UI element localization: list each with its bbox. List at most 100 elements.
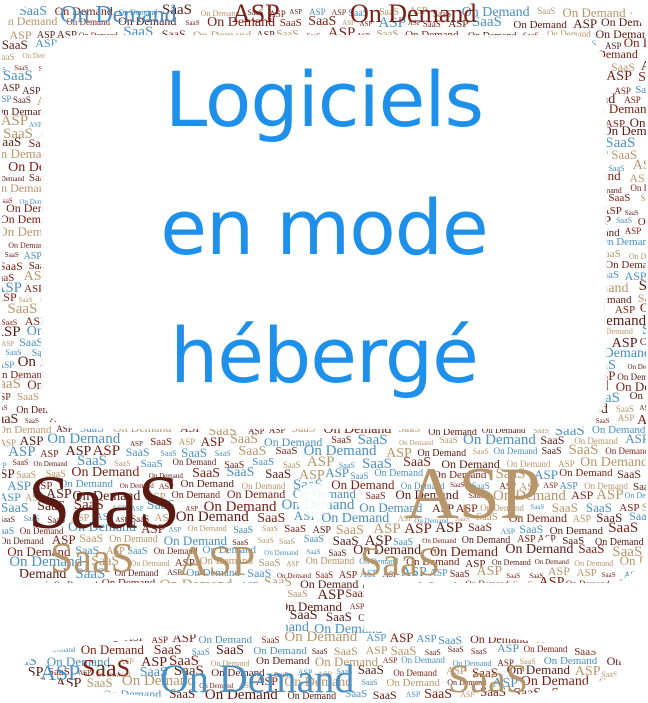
cloud-word: On Demand xyxy=(131,559,170,568)
cloud-word: SaaS xyxy=(448,656,528,701)
cloud-word: ASP xyxy=(439,613,456,623)
cloud-word: On Demand xyxy=(593,589,647,601)
cloud-word: SaaS xyxy=(5,251,19,259)
cloud-word: ASP xyxy=(573,514,592,525)
cloud-word: ASP xyxy=(269,425,286,435)
cloud-word: On Demand xyxy=(212,615,247,623)
cloud-word: ASP xyxy=(350,602,365,611)
cloud-word: SaaS xyxy=(632,687,648,699)
cloud-word: SaaS xyxy=(72,619,102,635)
headline-line-3: hébergé xyxy=(170,311,479,400)
cloud-word: SaaS xyxy=(13,95,31,105)
cloud-word: On Demand xyxy=(82,615,121,624)
cloud-word: On Demand xyxy=(176,509,249,525)
cloud-word: SaaS xyxy=(471,647,487,656)
cloud-word: SaaS xyxy=(362,678,378,687)
cloud-word: On Demand xyxy=(363,583,398,591)
cloud-word: ASP xyxy=(644,623,648,634)
cloud-word: ASP xyxy=(608,688,630,702)
cloud-word: On Demand xyxy=(452,618,525,634)
cloud-word: On Demand xyxy=(306,556,355,567)
cloud-word: ASP xyxy=(625,431,648,446)
cloud-word: On Demand xyxy=(566,579,610,589)
cloud-word: SaaS xyxy=(215,449,231,458)
cloud-word: On Demand xyxy=(220,591,259,600)
cloud-word: On Demand xyxy=(567,600,625,614)
cloud-word: ASP xyxy=(412,607,436,622)
cloud-word: ASP xyxy=(403,582,416,590)
cloud-word: On Demand xyxy=(103,687,161,701)
cloud-word: ASP xyxy=(483,611,503,623)
cloud-word: SaaS xyxy=(22,599,52,615)
cloud-word: SaaS xyxy=(501,586,531,602)
cloud-word: SaaS xyxy=(19,335,43,349)
cloud-word: On Demand xyxy=(250,616,285,624)
cloud-word: SaaS xyxy=(265,466,291,481)
cloud-word: On Demand xyxy=(505,542,573,557)
cloud-word: On Demand xyxy=(88,591,123,599)
cloud-word: SaaS xyxy=(378,588,408,604)
cloud-word: On Demand xyxy=(8,241,47,250)
cloud-word: SaaS xyxy=(616,216,632,225)
cloud-word: ASP xyxy=(232,0,280,28)
cloud-word: SaaS xyxy=(264,575,292,590)
cloud-word: On Demand xyxy=(420,597,478,611)
cloud-word: ASP xyxy=(262,602,275,610)
cloud-word: SaaS xyxy=(0,52,15,62)
cloud-word: SaaS xyxy=(360,539,440,584)
cloud-word: ASP xyxy=(55,586,83,602)
cloud-word: SaaS xyxy=(346,586,370,600)
cloud-word: On Demand xyxy=(606,642,648,658)
cloud-word: SaaS xyxy=(28,461,180,545)
cloud-word: ASP xyxy=(178,539,255,585)
cloud-word: SaaS xyxy=(565,612,583,622)
cloud-word: On Demand xyxy=(444,592,493,603)
cloud-word: On Demand xyxy=(625,491,648,500)
cloud-word: ASP xyxy=(405,453,541,535)
cloud-word: On Demand xyxy=(0,14,57,28)
cloud-word: On Demand xyxy=(135,623,179,633)
cloud-word: SaaS xyxy=(306,548,320,556)
cloud-word: ASP xyxy=(383,656,398,665)
cloud-word: ASP xyxy=(625,226,642,236)
cloud-word: SaaS xyxy=(2,604,16,612)
cloud-word: SaaS xyxy=(542,446,562,457)
cloud-word: On Demand xyxy=(60,2,177,28)
cloud-word: On Demand xyxy=(540,590,589,601)
cloud-word: SaaS xyxy=(186,19,200,27)
cloud-word: SaaS xyxy=(233,525,253,536)
cloud-word: ASP xyxy=(577,567,597,579)
cloud-word: On Demand xyxy=(524,644,568,654)
cloud-word: SaaS xyxy=(614,616,628,624)
cloud-word: ASP xyxy=(86,691,99,699)
cloud-word: ASP xyxy=(0,646,11,655)
cloud-word: SaaS xyxy=(0,404,8,412)
cloud-word: SaaS xyxy=(373,688,397,702)
cloud-word: SaaS xyxy=(8,594,22,602)
cloud-word: SaaS xyxy=(0,515,15,524)
cloud-word: SaaS xyxy=(1,685,31,701)
cloud-word: SaaS xyxy=(258,536,274,545)
cloud-word: On Demand xyxy=(630,390,648,402)
cloud-word: SaaS xyxy=(0,667,10,676)
cloud-word: On Demand xyxy=(358,613,407,624)
cloud-word: SaaS xyxy=(448,645,464,654)
cloud-word: SaaS xyxy=(537,6,555,16)
cloud-word: ASP xyxy=(2,83,21,94)
cloud-word: ASP xyxy=(618,413,635,423)
cloud-word: ASP xyxy=(0,324,21,340)
cloud-word: On Demand xyxy=(630,183,648,193)
cloud-word: On Demand xyxy=(0,619,62,634)
cloud-word: ASP xyxy=(598,638,611,646)
cloud-word: On Demand xyxy=(628,363,648,371)
cloud-word: On Demand xyxy=(284,629,357,645)
cloud-word: SaaS xyxy=(150,436,172,448)
cloud-word: ASP xyxy=(65,688,84,699)
cloud-word: SaaS xyxy=(440,435,458,445)
cloud-word: SaaS xyxy=(13,458,29,467)
cloud-word: ASP xyxy=(137,604,152,613)
cloud-word: ASP xyxy=(289,8,302,16)
headline-line-2: en mode xyxy=(160,183,489,272)
cloud-word: ASP xyxy=(0,392,11,403)
cloud-word: On Demand xyxy=(588,622,637,633)
